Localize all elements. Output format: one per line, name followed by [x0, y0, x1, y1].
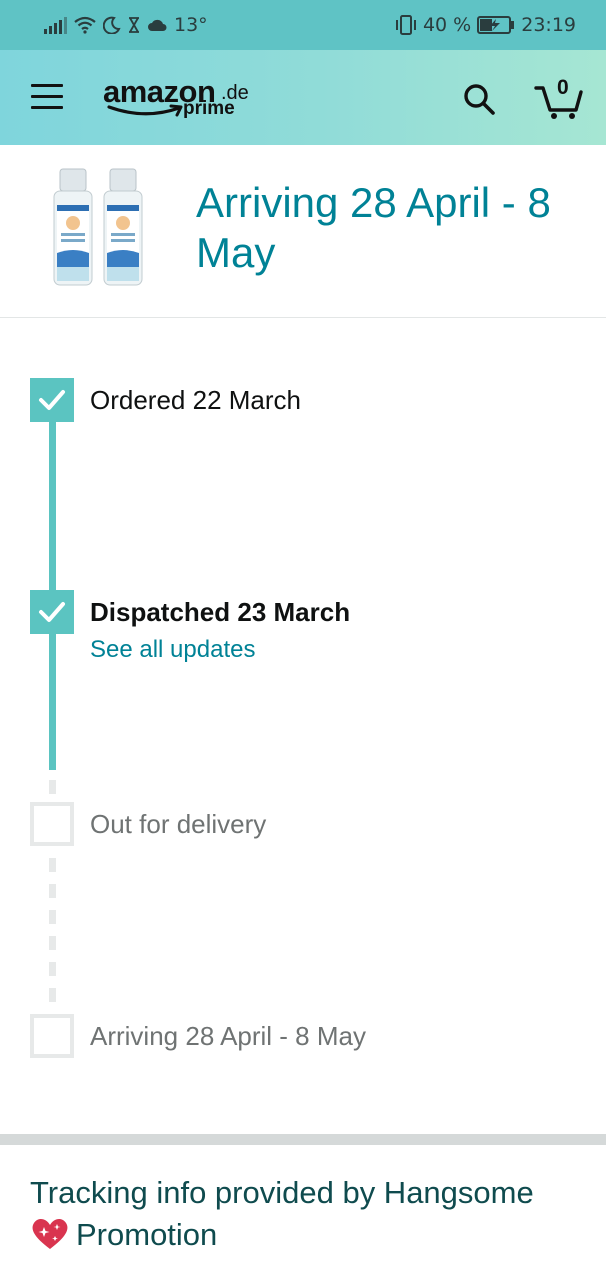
tracking-info-text: Tracking info provided by Hangsome	[30, 1175, 534, 1210]
battery-percent-text: 40 %	[422, 14, 472, 36]
status-bar-left: 13°	[44, 12, 208, 38]
moon-icon	[103, 16, 121, 34]
battery-charging-icon	[477, 16, 515, 34]
step-out-for-delivery-label: Out for delivery	[90, 809, 267, 839]
step-out-for-delivery-checkbox	[30, 802, 74, 846]
tracking-timeline: Ordered 22 March Dispatched 23 March See…	[0, 318, 606, 1133]
app-header: amazon .de prime 0	[0, 50, 606, 145]
step-dispatched-check	[30, 590, 74, 634]
sparkling-heart-icon	[32, 1219, 68, 1249]
step-arriving-checkbox	[30, 1014, 74, 1058]
see-all-updates-link[interactable]: See all updates	[90, 635, 255, 665]
amazon-prime-logo[interactable]: amazon .de prime	[103, 74, 263, 126]
step-dispatched-label: Dispatched 23 March	[90, 597, 351, 627]
temperature-text: 13°	[174, 14, 208, 36]
status-bar-right: 40 % 23:19	[395, 12, 576, 38]
product-image[interactable]	[50, 167, 146, 289]
menu-button[interactable]	[31, 84, 63, 110]
search-button[interactable]	[462, 82, 496, 116]
smile-arrow-icon	[107, 104, 183, 117]
clock-text: 23:19	[521, 14, 576, 36]
signal-icon	[44, 16, 67, 34]
step-ordered-label: Ordered 22 March	[90, 385, 301, 415]
section-divider	[0, 1134, 606, 1145]
hourglass-icon	[129, 17, 139, 33]
search-icon	[464, 84, 495, 115]
product-summary: Arriving 28 April - 8 May	[0, 145, 606, 318]
tracking-provider-info: Tracking info provided by Hangsome Promo…	[30, 1172, 590, 1256]
step-arriving-label: Arriving 28 April - 8 May	[90, 1021, 366, 1051]
vibrate-icon	[395, 15, 416, 35]
cart-count-badge: 0	[557, 76, 569, 99]
wifi-icon	[74, 16, 96, 34]
status-bar: 13° 40 % 23:19	[0, 0, 606, 50]
provider-name: Promotion	[76, 1217, 218, 1252]
cloud-icon	[148, 19, 167, 31]
checkmark-icon	[39, 390, 65, 410]
cart-button[interactable]: 0	[534, 76, 584, 120]
step-ordered-check	[30, 378, 74, 422]
arrival-title: Arriving 28 April - 8 May	[196, 179, 551, 276]
logo-prime-text: prime	[183, 98, 235, 119]
checkmark-icon	[39, 602, 65, 622]
